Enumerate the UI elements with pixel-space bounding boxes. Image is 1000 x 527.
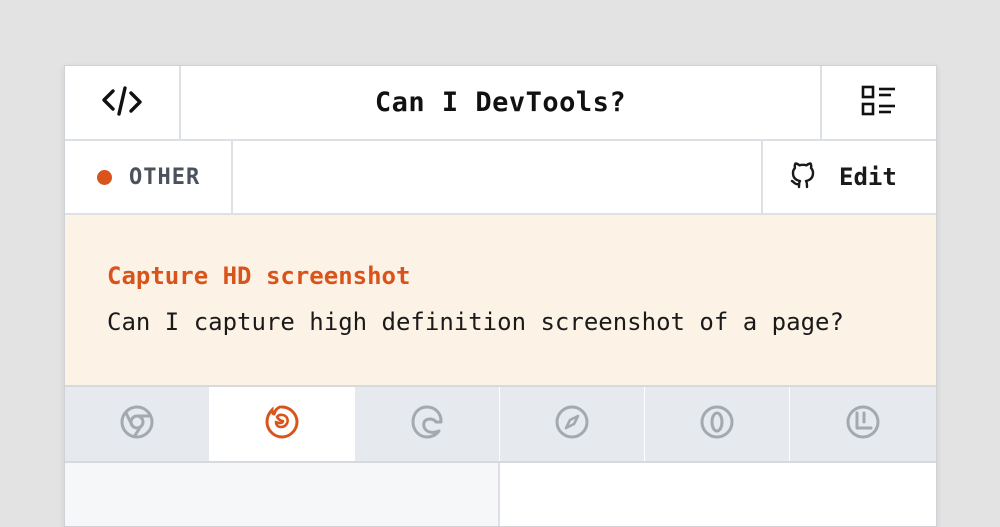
code-icon xyxy=(100,83,144,123)
browser-tabs xyxy=(65,387,936,463)
safari-icon xyxy=(554,404,590,444)
tab-firefox[interactable] xyxy=(210,387,355,461)
tab-edge[interactable] xyxy=(355,387,500,461)
page-title: Can I DevTools? xyxy=(374,87,627,118)
tab-safari[interactable] xyxy=(500,387,645,461)
list-icon xyxy=(861,85,897,121)
category-dot xyxy=(97,169,112,185)
feature-description: Can I capture high definition screenshot… xyxy=(107,308,844,336)
sub-bar: OTHER Edit xyxy=(65,141,936,215)
sub-bar-spacer xyxy=(233,141,761,213)
support-details xyxy=(65,463,936,526)
menu-button[interactable] xyxy=(820,66,936,139)
support-column-left xyxy=(65,463,500,526)
category-filter[interactable]: OTHER xyxy=(65,141,233,213)
firefox-icon xyxy=(263,403,301,445)
vivaldi-icon xyxy=(845,404,881,444)
chrome-icon xyxy=(119,404,155,444)
edit-button[interactable]: Edit xyxy=(761,141,936,213)
support-column-right xyxy=(500,463,936,526)
feature-title: Capture HD screenshot xyxy=(107,262,411,290)
github-icon xyxy=(789,160,817,194)
tab-opera[interactable] xyxy=(645,387,790,461)
edit-label: Edit xyxy=(839,163,897,191)
category-label: OTHER xyxy=(129,164,201,190)
opera-icon xyxy=(699,404,735,444)
tab-vivaldi[interactable] xyxy=(790,387,936,461)
tab-chrome[interactable] xyxy=(65,387,210,461)
edge-icon xyxy=(409,404,445,444)
header-bar: Can I DevTools? xyxy=(65,66,936,141)
home-button[interactable] xyxy=(65,66,181,139)
devtools-card: Can I DevTools? OTHER Edit Capture HD sc… xyxy=(64,65,937,527)
feature-panel: Capture HD screenshot Can I capture high… xyxy=(65,215,936,387)
